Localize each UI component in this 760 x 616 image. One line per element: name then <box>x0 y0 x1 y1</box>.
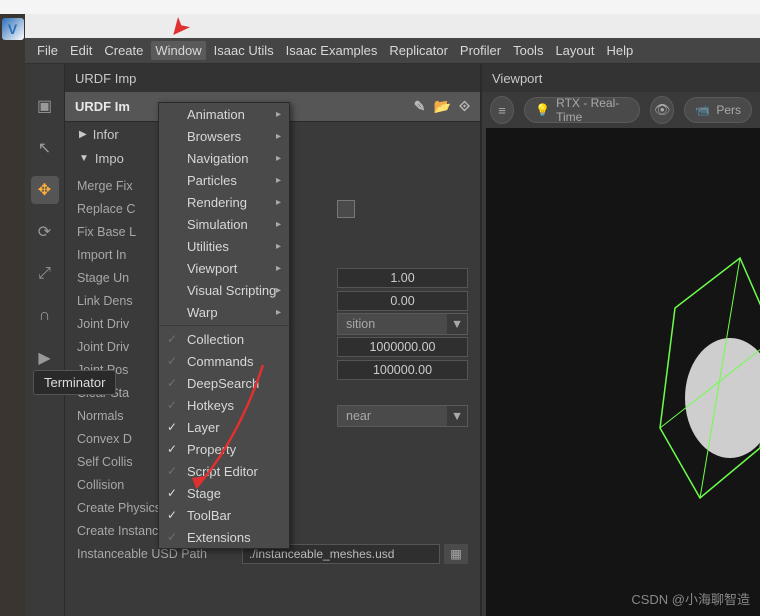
menu-warp[interactable]: Warp▸ <box>159 301 289 323</box>
menu-layer[interactable]: ✓Layer <box>159 416 289 438</box>
menu-hotkeys[interactable]: ✓Hotkeys <box>159 394 289 416</box>
viewport-tab[interactable]: Viewport <box>482 64 760 92</box>
menu-script-editor[interactable]: ✓Script Editor <box>159 460 289 482</box>
tool-play-icon[interactable]: ▶ <box>31 344 59 372</box>
stage-units-input[interactable]: 1.00 <box>337 268 468 288</box>
dock-app-icon[interactable]: V <box>2 18 24 40</box>
eye-icon[interactable]: 👁 <box>650 96 674 124</box>
dock-tooltip: Terminator <box>33 370 116 395</box>
menu-isaac-utils[interactable]: Isaac Utils <box>210 41 278 60</box>
menu-simulation[interactable]: Simulation▸ <box>159 213 289 235</box>
menu-toolbar[interactable]: ✓ToolBar <box>159 504 289 526</box>
menu-particles[interactable]: Particles▸ <box>159 169 289 191</box>
menu-replicator[interactable]: Replicator <box>385 41 452 60</box>
joint-drive-select[interactable]: sition▼ <box>337 313 468 335</box>
check-icon: ✓ <box>167 508 177 522</box>
tool-scale-icon[interactable]: ⤢ <box>31 260 59 288</box>
menu-visual-scripting[interactable]: Visual Scripting▸ <box>159 279 289 301</box>
tool-cursor-icon[interactable]: ↖ <box>31 134 59 162</box>
menu-create[interactable]: Create <box>100 41 147 60</box>
check-icon: ✓ <box>167 442 177 456</box>
menu-animation[interactable]: Animation▸ <box>159 103 289 125</box>
tool-select-frame-icon[interactable]: ▣ <box>31 92 59 120</box>
wireframe-object <box>620 248 760 508</box>
chevron-down-icon: ▼ <box>447 406 467 426</box>
menu-help[interactable]: Help <box>603 41 638 60</box>
app-main: File Edit Create Window Isaac Utils Isaa… <box>25 38 760 616</box>
camera-icon: 📹 <box>695 103 710 117</box>
menu-file[interactable]: File <box>33 41 62 60</box>
menu-isaac-examples[interactable]: Isaac Examples <box>282 41 382 60</box>
viewport-toolbar: ≡ 💡 RTX - Real-Time 👁 📹 Pers <box>482 92 760 128</box>
menu-navigation[interactable]: Navigation▸ <box>159 147 289 169</box>
normals-select[interactable]: near▼ <box>337 405 468 427</box>
viewport-settings-icon[interactable]: ≡ <box>490 96 514 124</box>
menu-stage[interactable]: ✓Stage <box>159 482 289 504</box>
link-icon[interactable]: ⟐ <box>459 98 470 115</box>
panel-tab[interactable]: URDF Imp <box>65 64 480 92</box>
menu-layout[interactable]: Layout <box>551 41 598 60</box>
menu-rendering[interactable]: Rendering▸ <box>159 191 289 213</box>
check-icon: ✓ <box>167 486 177 500</box>
menu-utilities[interactable]: Utilities▸ <box>159 235 289 257</box>
menu-profiler[interactable]: Profiler <box>456 41 505 60</box>
replace-checkbox[interactable] <box>337 200 355 218</box>
edit-icon[interactable]: ✎ <box>414 98 426 115</box>
menu-viewport[interactable]: Viewport▸ <box>159 257 289 279</box>
section-title: URDF Im <box>75 99 130 114</box>
link-density-input[interactable]: 0.00 <box>337 291 468 311</box>
browse-folder-icon[interactable]: ▦ <box>444 544 468 564</box>
joint-val2-input[interactable]: 100000.00 <box>337 360 468 380</box>
check-icon: ✓ <box>167 420 177 434</box>
chevron-down-icon: ▼ <box>447 314 467 334</box>
watermark: CSDN @小海聊智造 <box>631 589 750 608</box>
menu-property[interactable]: ✓Property <box>159 438 289 460</box>
joint-val1-input[interactable]: 1000000.00 <box>337 337 468 357</box>
os-titlebar <box>0 0 760 14</box>
tool-move-icon[interactable]: ✥ <box>31 176 59 204</box>
toolbar-column: ▣ ↖ ✥ ⟳ ⤢ ∩ ▶ <box>25 64 65 616</box>
camera-select[interactable]: 📹 Pers <box>684 97 752 123</box>
menu-collection[interactable]: ✓Collection <box>159 328 289 350</box>
folder-open-icon[interactable]: 📂 <box>434 98 451 115</box>
menu-tools[interactable]: Tools <box>509 41 547 60</box>
menu-deepsearch[interactable]: ✓DeepSearch <box>159 372 289 394</box>
window-chrome <box>25 14 760 38</box>
menu-commands[interactable]: ✓Commands <box>159 350 289 372</box>
render-mode-select[interactable]: 💡 RTX - Real-Time <box>524 97 640 123</box>
window-menu-dropdown: Animation▸ Browsers▸ Navigation▸ Particl… <box>158 102 290 549</box>
menu-window[interactable]: Window <box>151 41 205 60</box>
dock: V <box>0 14 25 616</box>
menu-browsers[interactable]: Browsers▸ <box>159 125 289 147</box>
tool-rotate-icon[interactable]: ⟳ <box>31 218 59 246</box>
menubar: File Edit Create Window Isaac Utils Isaa… <box>25 38 760 64</box>
viewport-panel: Viewport ≡ 💡 RTX - Real-Time 👁 📹 Pers <box>480 64 760 616</box>
menu-extensions[interactable]: ✓Extensions <box>159 526 289 548</box>
viewport-canvas[interactable] <box>486 128 760 616</box>
lightbulb-icon: 💡 <box>535 103 550 117</box>
tool-snap-icon[interactable]: ∩ <box>31 302 59 330</box>
menu-edit[interactable]: Edit <box>66 41 96 60</box>
